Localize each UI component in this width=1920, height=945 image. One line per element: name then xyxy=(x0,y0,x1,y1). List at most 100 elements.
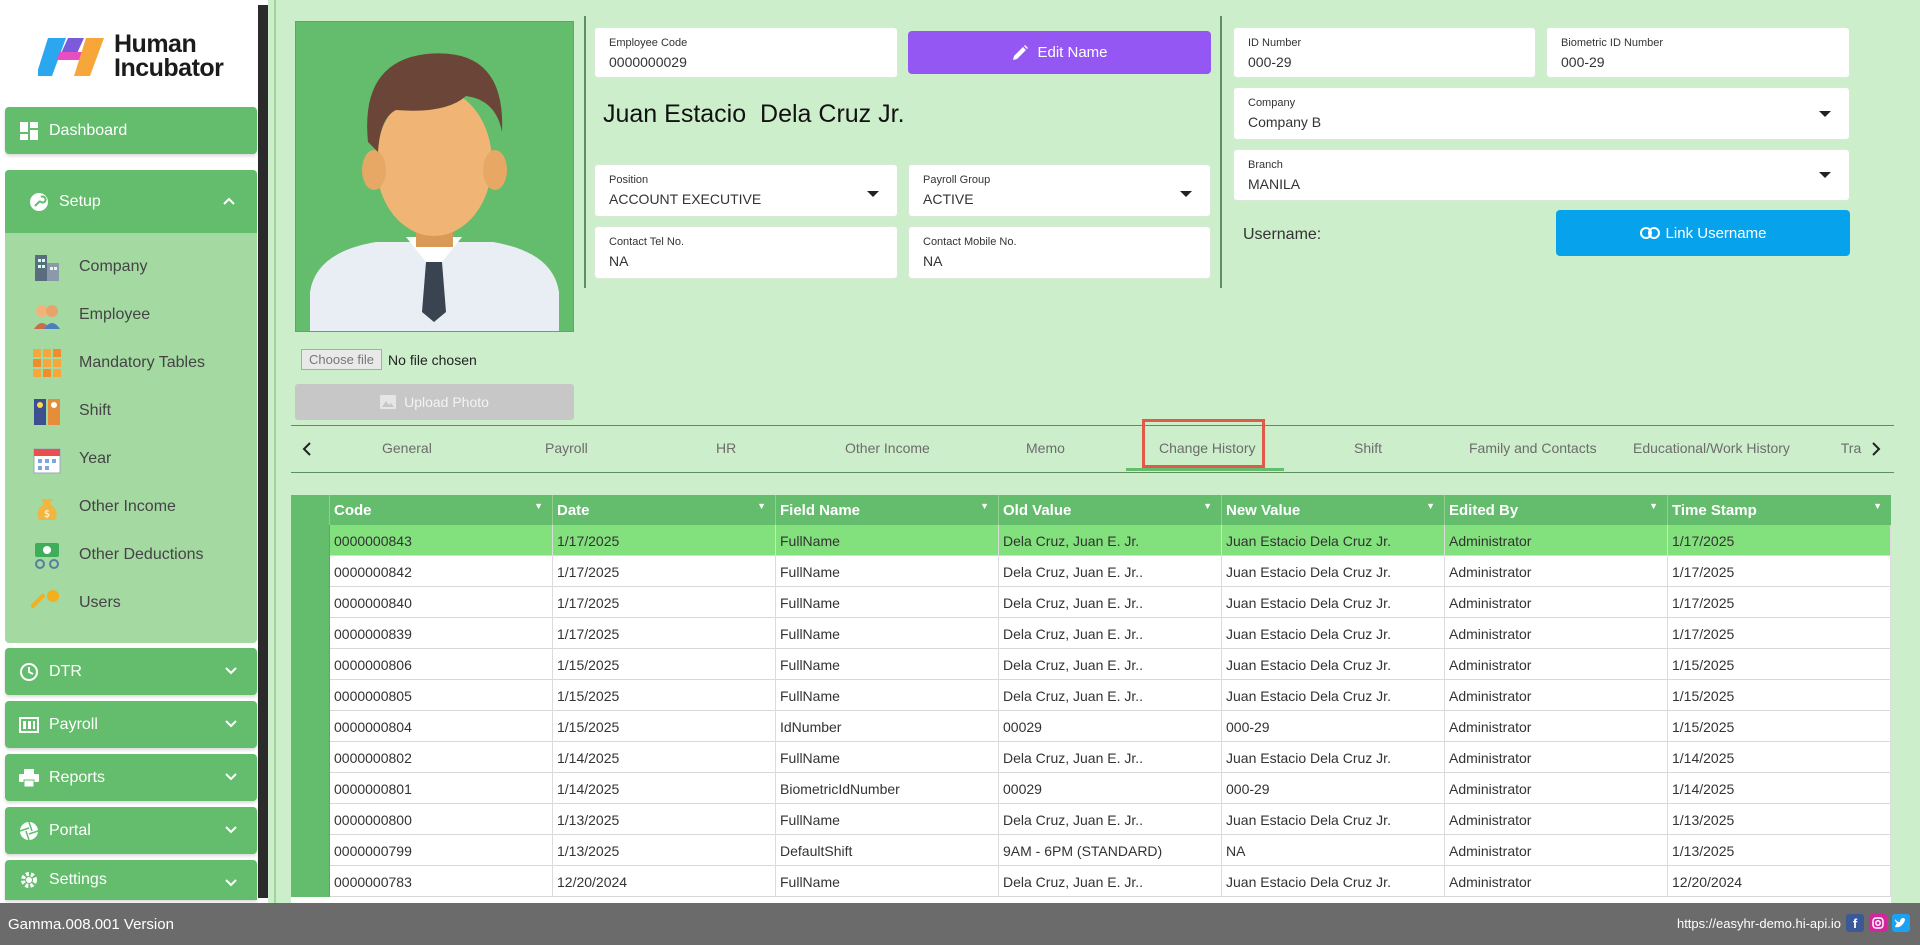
filter-icon[interactable]: ▼ xyxy=(534,501,543,511)
tab-memo[interactable]: Memo xyxy=(1026,440,1065,456)
filter-icon[interactable]: ▼ xyxy=(980,501,989,511)
caret-down-icon xyxy=(867,191,879,197)
facebook-icon[interactable]: f xyxy=(1846,914,1864,932)
cell-new-value: Juan Estacio Dela Cruz Jr. xyxy=(1222,556,1445,587)
filter-icon[interactable]: ▼ xyxy=(1426,501,1435,511)
table-row[interactable]: 0000000805 1/15/2025 FullName Dela Cruz, Ju… xyxy=(291,680,1891,711)
payroll-group-select[interactable]: Payroll Group ACTIVE xyxy=(908,164,1211,217)
table-row[interactable]: 0000000806 1/15/2025 FullName Dela Cruz, Ju… xyxy=(291,649,1891,680)
column-header-code[interactable]: Code ▼ xyxy=(330,495,553,525)
table-row[interactable]: 0000000801 1/14/2025 BiometricIdNumber 0002… xyxy=(291,773,1891,804)
row-indicator[interactable] xyxy=(291,587,330,618)
cell-time-stamp: 12/20/2024 xyxy=(1668,866,1891,897)
nav-dtr[interactable]: DTR xyxy=(5,648,257,695)
table-row[interactable]: 0000000804 1/15/2025 IdNumber 00029 000-29 Ad… xyxy=(291,711,1891,742)
setup-item-year[interactable]: Year xyxy=(31,442,251,476)
filter-icon[interactable]: ▼ xyxy=(1873,501,1882,511)
nav-dashboard[interactable]: Dashboard xyxy=(5,107,257,154)
choose-file-button[interactable]: Choose file xyxy=(301,349,383,370)
table-row[interactable]: 0000000839 1/17/2025 FullName Dela Cruz, Ju… xyxy=(291,618,1891,649)
cell-code: 0000000801 xyxy=(330,773,553,804)
row-indicator[interactable] xyxy=(291,618,330,649)
column-header-date[interactable]: Date ▼ xyxy=(553,495,776,525)
tab-scroll-left-icon[interactable] xyxy=(294,436,320,462)
active-tab-highlight xyxy=(1142,419,1265,468)
contact-mobile-field[interactable]: Contact Mobile No. NA xyxy=(908,226,1211,279)
tab-payroll[interactable]: Payroll xyxy=(545,440,588,456)
field-value: Company B xyxy=(1248,114,1322,130)
row-indicator[interactable] xyxy=(291,804,330,835)
tab-hr[interactable]: HR xyxy=(716,440,736,456)
link-username-button[interactable]: Link Username xyxy=(1556,210,1850,256)
cell-date: 1/14/2025 xyxy=(553,773,776,804)
row-indicator[interactable] xyxy=(291,773,330,804)
nav-payroll[interactable]: Payroll xyxy=(5,701,257,748)
filter-icon[interactable]: ▼ xyxy=(757,501,766,511)
tab-family-and-contacts[interactable]: Family and Contacts xyxy=(1469,440,1597,456)
edit-name-button[interactable]: Edit Name xyxy=(908,31,1211,74)
row-indicator[interactable] xyxy=(291,711,330,742)
filter-icon[interactable]: ▼ xyxy=(1649,501,1658,511)
tab-general[interactable]: General xyxy=(382,440,432,456)
table-row[interactable]: 0000000843 1/17/2025 FullName Dela Cruz, Ju… xyxy=(291,525,1891,556)
employee-full-name: Juan Estacio Dela Cruz Jr. xyxy=(603,100,905,128)
company-select[interactable]: Company Company B xyxy=(1233,87,1850,140)
position-select[interactable]: Position ACCOUNT EXECUTIVE xyxy=(594,164,898,217)
cell-edited-by: Administrator xyxy=(1445,711,1668,742)
row-indicator[interactable] xyxy=(291,866,330,897)
field-value: NA xyxy=(609,253,629,269)
row-indicator[interactable] xyxy=(291,556,330,587)
cell-time-stamp: 1/14/2025 xyxy=(1668,773,1891,804)
setup-item-other-deductions[interactable]: Other Deductions xyxy=(31,538,251,572)
setup-item-other-income[interactable]: $ Other Income xyxy=(31,490,251,524)
table-row[interactable]: 0000000800 1/13/2025 FullName Dela Cruz, Ju… xyxy=(291,804,1891,835)
column-header-new-value[interactable]: New Value ▼ xyxy=(1222,495,1445,525)
row-indicator[interactable] xyxy=(291,649,330,680)
column-header-field-name[interactable]: Field Name ▼ xyxy=(776,495,999,525)
branch-select[interactable]: Branch MANILA xyxy=(1233,149,1850,201)
setup-item-mandatory-tables[interactable]: Mandatory Tables xyxy=(31,346,251,380)
id-number-field[interactable]: ID Number 000-29 xyxy=(1233,27,1536,78)
table-row[interactable]: 0000000802 1/14/2025 FullName Dela Cruz, Ju… xyxy=(291,742,1891,773)
employee-code-field[interactable]: Employee Code 0000000029 xyxy=(594,27,898,78)
column-header-time-stamp[interactable]: Time Stamp ▼ xyxy=(1668,495,1891,525)
nav-portal[interactable]: Portal xyxy=(5,807,257,854)
tab-educational-work-history[interactable]: Educational/Work History xyxy=(1633,440,1790,456)
setup-item-label: Company xyxy=(79,258,148,275)
setup-item-employee[interactable]: Employee xyxy=(31,298,251,332)
tab-shift[interactable]: Shift xyxy=(1354,440,1382,456)
setup-item-shift[interactable]: Shift xyxy=(31,394,251,428)
setup-item-users[interactable]: Users xyxy=(31,586,251,620)
table-row[interactable]: 0000000783 12/20/2024 FullName Dela Cruz, J… xyxy=(291,866,1891,897)
sidebar-scrollbar[interactable] xyxy=(258,5,268,898)
tab-truncated[interactable]: Tra xyxy=(1839,440,1863,456)
table-row[interactable]: 0000000840 1/17/2025 FullName Dela Cruz, Ju… xyxy=(291,587,1891,618)
column-header-edited-by[interactable]: Edited By ▼ xyxy=(1445,495,1668,525)
row-indicator[interactable] xyxy=(291,680,330,711)
tab-scroll-right-icon[interactable] xyxy=(1863,436,1889,462)
footer-url[interactable]: https://easyhr-demo.hi-api.io xyxy=(1677,916,1841,931)
cell-old-value: Dela Cruz, Juan E. Jr.. xyxy=(999,742,1222,773)
column-header-old-value[interactable]: Old Value ▼ xyxy=(999,495,1222,525)
file-chooser[interactable]: Choose file No file chosen xyxy=(301,349,477,370)
row-indicator[interactable] xyxy=(291,525,330,556)
cell-old-value: Dela Cruz, Juan E. Jr.. xyxy=(999,804,1222,835)
nav-setup[interactable]: Setup xyxy=(5,170,257,233)
nav-reports[interactable]: Reports xyxy=(5,754,257,801)
filter-icon[interactable]: ▼ xyxy=(1203,501,1212,511)
twitter-icon[interactable] xyxy=(1892,914,1910,932)
instagram-icon[interactable] xyxy=(1869,914,1887,932)
setup-item-company[interactable]: Company xyxy=(31,250,251,284)
contact-tel-field[interactable]: Contact Tel No. NA xyxy=(594,226,898,279)
upload-photo-button[interactable]: Upload Photo xyxy=(295,384,574,420)
row-indicator[interactable] xyxy=(291,835,330,866)
table-row[interactable]: 0000000799 1/13/2025 DefaultShift 9AM - 6PM… xyxy=(291,835,1891,866)
biometric-id-field[interactable]: Biometric ID Number 000-29 xyxy=(1546,27,1850,78)
field-label: Employee Code xyxy=(609,37,688,49)
cell-date: 1/15/2025 xyxy=(553,680,776,711)
nav-settings[interactable]: Settings xyxy=(5,860,257,900)
gear-icon xyxy=(19,870,39,890)
row-indicator[interactable] xyxy=(291,742,330,773)
tab-other-income[interactable]: Other Income xyxy=(845,440,930,456)
table-row[interactable]: 0000000842 1/17/2025 FullName Dela Cruz, Ju… xyxy=(291,556,1891,587)
